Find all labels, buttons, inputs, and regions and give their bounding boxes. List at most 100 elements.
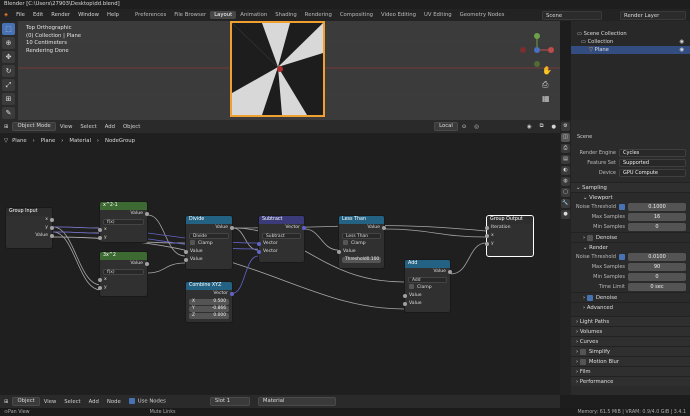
section-vp-denoise[interactable]: › Denoise bbox=[571, 232, 690, 242]
socket-value-in-1[interactable]: Value bbox=[403, 292, 450, 300]
socket-y[interactable]: y bbox=[485, 240, 533, 248]
r-min-samples-field[interactable]: 0 bbox=[628, 273, 686, 281]
visibility-eye-icon[interactable]: ◉ bbox=[679, 46, 684, 54]
x-field[interactable]: X 0.500 bbox=[189, 299, 229, 305]
time-limit-field[interactable]: 0 sec bbox=[628, 283, 686, 291]
socket-x[interactable]: x bbox=[485, 232, 533, 240]
section-light-paths[interactable]: › Light Paths bbox=[571, 316, 690, 326]
operation-dropdown[interactable]: Divide bbox=[189, 233, 229, 239]
editor-type-icon[interactable]: ⊞ bbox=[0, 399, 12, 405]
scene-tab-icon[interactable]: ◐ bbox=[561, 166, 570, 175]
operation-dropdown[interactable]: Less Than bbox=[342, 233, 381, 239]
section-performance[interactable]: › Performance bbox=[571, 376, 690, 386]
node-combine-xyz[interactable]: Combine XYZ Vector X 0.500 Y -0.866 Z 0.000 bbox=[185, 281, 234, 323]
tool-tab-icon[interactable]: ⚙ bbox=[561, 122, 570, 131]
transform-tool-icon[interactable]: ⊞ bbox=[2, 93, 15, 105]
node-group-output[interactable]: Group Output Iteration x y bbox=[485, 215, 534, 257]
render-layer-selector[interactable]: Render Layer bbox=[620, 10, 686, 20]
y-field[interactable]: Y -0.866 bbox=[189, 306, 229, 312]
menu-render[interactable]: Render bbox=[47, 12, 74, 18]
camera-icon[interactable]: ⎙ bbox=[542, 80, 548, 90]
move-tool-icon[interactable]: ✥ bbox=[2, 51, 15, 63]
r-noise-threshold-field[interactable]: 0.0100 bbox=[628, 253, 686, 261]
operation-dropdown[interactable]: Add bbox=[408, 277, 447, 283]
section-viewport[interactable]: ⌄ Viewport bbox=[571, 192, 690, 202]
tab-rendering[interactable]: Rendering bbox=[301, 11, 336, 19]
r-max-samples-field[interactable]: 90 bbox=[628, 263, 686, 271]
use-nodes-toggle[interactable]: Use Nodes bbox=[125, 398, 170, 405]
section-simplify[interactable]: › Simplify bbox=[571, 346, 690, 356]
object-tab-icon[interactable]: ▢ bbox=[561, 188, 570, 197]
socket-value[interactable]: Value bbox=[6, 232, 54, 240]
tab-geometry-nodes[interactable]: Geometry Nodes bbox=[456, 11, 509, 19]
overlay-icon[interactable]: ⧉ bbox=[536, 123, 548, 130]
grid-icon[interactable]: ▦ bbox=[542, 94, 550, 103]
z-field[interactable]: Z 0.000 bbox=[189, 313, 229, 319]
clamp-checkbox[interactable]: Clamp bbox=[339, 240, 384, 248]
shader-type-selector[interactable]: Object bbox=[12, 397, 40, 406]
menu-file[interactable]: File bbox=[12, 12, 29, 18]
socket-iteration[interactable]: Iteration bbox=[485, 224, 533, 232]
socket-value-out[interactable]: Value bbox=[405, 268, 452, 276]
section-r-denoise[interactable]: › Denoise bbox=[571, 292, 690, 302]
section-motion-blur[interactable]: › Motion Blur bbox=[571, 356, 690, 366]
vp-max-samples-field[interactable]: 16 bbox=[628, 213, 686, 221]
vp-menu-view[interactable]: View bbox=[56, 124, 77, 130]
section-curves[interactable]: › Curves bbox=[571, 336, 690, 346]
mode-selector[interactable]: Object Mode bbox=[12, 122, 56, 131]
shading-icon[interactable]: ● bbox=[547, 124, 560, 130]
ne-menu-select[interactable]: Select bbox=[60, 399, 84, 405]
snap-icon[interactable]: ⊙ bbox=[458, 124, 470, 130]
rotate-tool-icon[interactable]: ↻ bbox=[2, 65, 15, 77]
node-3x2[interactable]: 3x^2 Value f(x) x y bbox=[98, 251, 149, 297]
node-less-than[interactable]: Less Than Value Less Than Clamp Value Th… bbox=[337, 215, 386, 269]
outliner-scene-collection[interactable]: ▭ Scene Collection bbox=[571, 30, 690, 38]
operation-dropdown[interactable]: Subtract bbox=[262, 233, 301, 239]
socket-y-in[interactable]: y bbox=[98, 284, 147, 292]
socket-vector-in-1[interactable]: Vector bbox=[257, 240, 304, 248]
socket-value-in-2[interactable]: Value bbox=[403, 300, 450, 308]
visibility-eye-icon[interactable]: ◉ bbox=[679, 38, 684, 46]
node-group-input[interactable]: Group Input x y Value bbox=[5, 207, 54, 249]
slot-selector[interactable]: Slot 1 bbox=[209, 397, 250, 406]
section-film[interactable]: › Film bbox=[571, 366, 690, 376]
socket-x[interactable]: x bbox=[6, 216, 54, 224]
outliner-collection[interactable]: ▭ Collection ◉ bbox=[571, 38, 690, 46]
vp-menu-select[interactable]: Select bbox=[76, 124, 100, 130]
render-tab-icon[interactable]: ◫ bbox=[561, 133, 570, 142]
world-tab-icon[interactable]: ◍ bbox=[561, 177, 570, 186]
tab-file-browser[interactable]: File Browser bbox=[170, 11, 210, 19]
tab-animation[interactable]: Animation bbox=[236, 11, 271, 19]
node-x2-minus-1[interactable]: x^2-1 Value f(x) x y bbox=[98, 201, 149, 243]
section-render[interactable]: ⌄ Render bbox=[571, 242, 690, 252]
scene-selector[interactable]: Scene bbox=[542, 10, 602, 20]
node-add[interactable]: Add Value Add Clamp Value Value bbox=[403, 259, 452, 313]
modifier-tab-icon[interactable]: 🔧 bbox=[561, 199, 570, 208]
vp-min-samples-field[interactable]: 0 bbox=[628, 223, 686, 231]
pan-icon[interactable]: ✋ bbox=[542, 66, 552, 75]
outliner-plane[interactable]: ▽ Plane ◉ bbox=[571, 46, 690, 54]
clamp-checkbox[interactable]: Clamp bbox=[186, 240, 232, 248]
socket-x-in[interactable]: x bbox=[98, 276, 147, 284]
tab-shading[interactable]: Shading bbox=[271, 11, 301, 19]
section-advanced[interactable]: › Advanced bbox=[571, 302, 690, 312]
menu-help[interactable]: Help bbox=[103, 12, 123, 18]
vp-noise-threshold-field[interactable]: 0.1000 bbox=[628, 203, 686, 211]
socket-value-out[interactable]: Value bbox=[100, 210, 149, 218]
socket-x-in[interactable]: x bbox=[98, 226, 147, 234]
function-field[interactable]: f(x) bbox=[103, 269, 144, 275]
threshold-field[interactable]: Threshold 0.100 bbox=[342, 257, 381, 263]
proportional-icon[interactable]: ◎ bbox=[470, 124, 483, 130]
socket-vector-out[interactable]: Vector bbox=[186, 290, 234, 298]
material-tab-icon[interactable]: ● bbox=[561, 210, 570, 219]
socket-value-out[interactable]: Value bbox=[186, 224, 234, 232]
device-dropdown[interactable]: GPU Compute bbox=[619, 169, 686, 177]
vp-noise-threshold-checkbox[interactable] bbox=[619, 204, 625, 210]
pivot-selector[interactable]: Local bbox=[434, 122, 458, 131]
socket-y[interactable]: y bbox=[6, 224, 54, 232]
section-sampling[interactable]: ⌄ Sampling bbox=[571, 182, 690, 192]
ne-menu-view[interactable]: View bbox=[40, 399, 61, 405]
material-selector[interactable]: Material bbox=[257, 397, 336, 406]
node-divide[interactable]: Divide Value Divide Clamp Value Value bbox=[184, 215, 234, 270]
vp-menu-object[interactable]: Object bbox=[119, 124, 144, 130]
